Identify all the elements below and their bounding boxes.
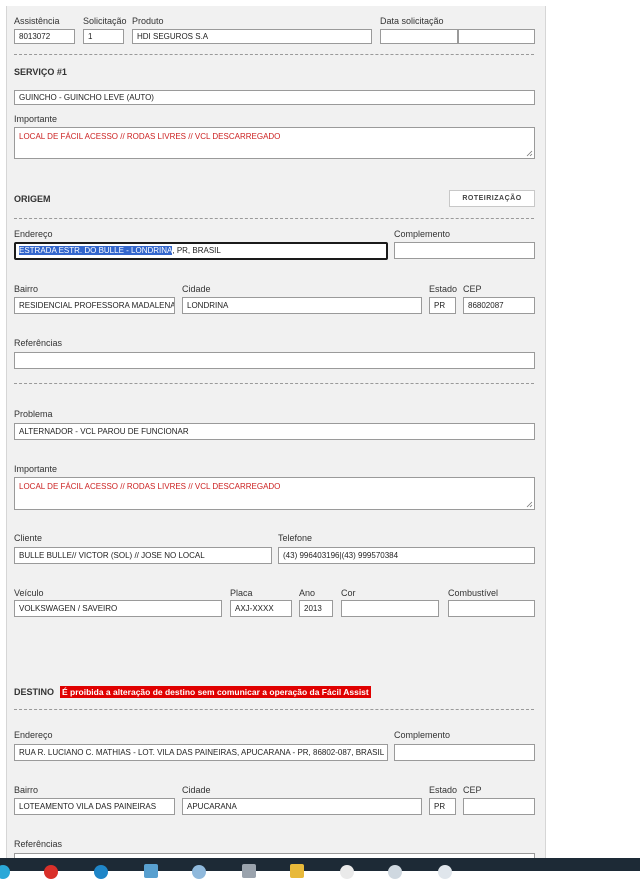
- origem-cep-input[interactable]: 86802087: [463, 297, 535, 314]
- servico-importante-text: LOCAL DE FÁCIL ACESSO // RODAS LIVRES //…: [19, 132, 281, 141]
- ano-label: Ano: [299, 588, 316, 598]
- origem-referencias-input[interactable]: [14, 352, 535, 369]
- origem-estado-label: Estado: [429, 284, 458, 294]
- assistencia-label: Assistência: [14, 16, 60, 26]
- origem-complemento-input[interactable]: [394, 242, 535, 259]
- browser-icon[interactable]: [94, 865, 108, 879]
- destino-complemento-label: Complemento: [394, 730, 451, 740]
- destino-cep-label: CEP: [463, 785, 482, 795]
- telefone-label: Telefone: [278, 533, 313, 543]
- hora-solicitacao-input[interactable]: [458, 29, 535, 44]
- solicitacao-label: Solicitação: [83, 16, 127, 26]
- placa-label: Placa: [230, 588, 253, 598]
- data-solicitacao-label: Data solicitação: [380, 16, 444, 26]
- combustivel-input[interactable]: [448, 600, 535, 617]
- destino-estado-input[interactable]: PR: [429, 798, 456, 815]
- destino-endereco-label: Endereço: [14, 730, 53, 740]
- endereco-rest-text: , PR, BRASIL: [172, 246, 221, 255]
- divider: [14, 383, 534, 384]
- problema-importante-textarea[interactable]: LOCAL DE FÁCIL ACESSO // RODAS LIVRES //…: [14, 477, 535, 510]
- produto-input[interactable]: HDI SEGUROS S.A: [132, 29, 372, 44]
- destino-complemento-input[interactable]: [394, 744, 535, 761]
- produto-label: Produto: [132, 16, 164, 26]
- divider: [14, 54, 534, 55]
- combustivel-label: Combustível: [448, 588, 499, 598]
- origem-complemento-label: Complemento: [394, 229, 451, 239]
- destino-estado-label: Estado: [429, 785, 458, 795]
- cor-input[interactable]: [341, 600, 439, 617]
- ano-input[interactable]: 2013: [299, 600, 333, 617]
- cor-label: Cor: [341, 588, 356, 598]
- servico-importante-textarea[interactable]: LOCAL DE FÁCIL ACESSO // RODAS LIVRES //…: [14, 127, 535, 159]
- problema-importante-label: Importante: [14, 464, 58, 474]
- folder-icon[interactable]: [192, 865, 206, 879]
- destino-cidade-label: Cidade: [182, 785, 211, 795]
- destino-bairro-input[interactable]: LOTEAMENTO VILA DAS PAINEIRAS: [14, 798, 175, 815]
- destino-warning-badge: É proibida a alteração de destino sem co…: [60, 686, 371, 698]
- telefone-input[interactable]: (43) 996403196|(43) 999570384: [278, 547, 535, 564]
- veiculo-label: Veículo: [14, 588, 44, 598]
- origem-bairro-label: Bairro: [14, 284, 39, 294]
- destino-cidade-input[interactable]: APUCARANA: [182, 798, 422, 815]
- taskbar: [0, 858, 640, 879]
- solicitacao-input[interactable]: 1: [83, 29, 124, 44]
- destino-endereco-input[interactable]: RUA R. LUCIANO C. MATHIAS - LOT. VILA DA…: [14, 744, 388, 761]
- problema-label: Problema: [14, 409, 53, 419]
- servico-tipo-input[interactable]: GUINCHO - GUINCHO LEVE (AUTO): [14, 90, 535, 105]
- cliente-label: Cliente: [14, 533, 43, 543]
- origem-bairro-input[interactable]: RESIDENCIAL PROFESSORA MADALENA CA: [14, 297, 175, 314]
- media-icon[interactable]: [44, 865, 58, 879]
- destino-title: DESTINO: [14, 687, 55, 697]
- origem-referencias-label: Referências: [14, 338, 63, 348]
- origem-cep-label: CEP: [463, 284, 482, 294]
- destino-referencias-label: Referências: [14, 839, 63, 849]
- placa-input[interactable]: AXJ-XXXX: [230, 600, 292, 617]
- data-solicitacao-input[interactable]: [380, 29, 458, 44]
- files-icon[interactable]: [242, 864, 256, 878]
- roteirizacao-button[interactable]: ROTEIRIZAÇÃO: [449, 190, 535, 207]
- explorer-icon[interactable]: [290, 864, 304, 878]
- assistencia-input[interactable]: 8013072: [14, 29, 75, 44]
- app-icon[interactable]: [144, 864, 158, 878]
- origem-estado-input[interactable]: PR: [429, 297, 456, 314]
- origem-cidade-label: Cidade: [182, 284, 211, 294]
- origem-endereco-label: Endereço: [14, 229, 53, 239]
- chat-icon[interactable]: [340, 865, 354, 879]
- chrome-icon[interactable]: [0, 865, 10, 879]
- divider: [14, 709, 534, 710]
- servico-importante-label: Importante: [14, 114, 58, 124]
- divider: [14, 218, 534, 219]
- app2-icon[interactable]: [388, 865, 402, 879]
- app3-icon[interactable]: [438, 865, 452, 879]
- destino-cep-input[interactable]: [463, 798, 535, 815]
- destino-bairro-label: Bairro: [14, 785, 39, 795]
- cliente-input[interactable]: BULLE BULLE// VICTOR (SOL) // JOSE NO LO…: [14, 547, 272, 564]
- origem-title: ORIGEM: [14, 194, 51, 204]
- origem-endereco-input[interactable]: ESTRADA ESTR. DO BULLE - LONDRINA, PR, B…: [14, 242, 388, 260]
- servico-title: SERVIÇO #1: [14, 67, 67, 77]
- problema-input[interactable]: ALTERNADOR - VCL PAROU DE FUNCIONAR: [14, 423, 535, 440]
- resize-grip-icon[interactable]: [526, 150, 533, 157]
- endereco-selected-text: ESTRADA ESTR. DO BULLE - LONDRINA: [19, 246, 173, 255]
- origem-cidade-input[interactable]: LONDRINA: [182, 297, 422, 314]
- veiculo-input[interactable]: VOLKSWAGEN / SAVEIRO: [14, 600, 222, 617]
- problema-importante-text: LOCAL DE FÁCIL ACESSO // RODAS LIVRES //…: [19, 482, 281, 491]
- resize-grip-icon[interactable]: [526, 501, 533, 508]
